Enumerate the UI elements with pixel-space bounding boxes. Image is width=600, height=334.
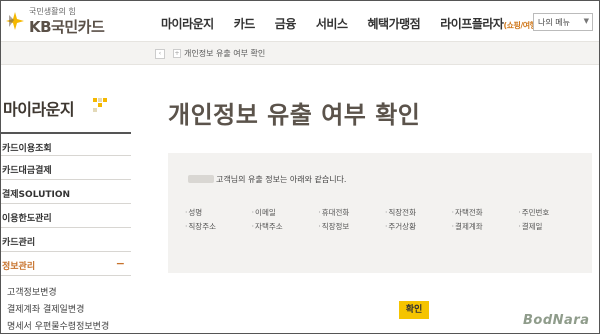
chevron-down-icon: ▼ [583,17,589,25]
sidebar-item-info-management[interactable]: 정보관리 − [1,252,131,276]
nav-item-life-plaza[interactable]: 라이프플라자(쇼핑/여행) [440,15,540,32]
sidebar-item-info-management-label: 정보관리 [2,262,36,272]
leaked-field: 직장주소 [185,221,252,232]
leaked-field: 자택주소 [252,221,319,232]
sidebar-menu: 카드이용조회 카드대금결제 결제SOLUTION 이용한도관리 카드관리 정보관… [1,132,131,333]
leaked-field: 주민번호 [518,207,585,218]
sidebar-item-payment-solution[interactable]: 결제SOLUTION [1,180,131,204]
prev-arrow-icon[interactable]: ‹ [155,49,165,59]
leaked-field: 이메일 [252,207,319,218]
leaked-field: 성명 [185,207,252,218]
leaked-field: 결제일 [518,221,585,232]
page: 국민생활의 힘 KB국민카드 마이라운지 카드 금융 서비스 혜택가맹점 라이프… [0,0,600,334]
leak-message: 고객님의 유출 정보는 아래와 같습니다. [188,174,346,185]
my-menu-label: 나의 메뉴 [538,18,570,27]
nav-item-card[interactable]: 카드 [234,15,256,32]
kb-logo[interactable]: 국민생활의 힘 KB국민카드 [5,5,115,37]
watermark: BodNara [523,313,590,328]
leaked-field: 직장정보 [318,221,385,232]
masked-customer-name [188,175,214,183]
leaked-field: 주거상황 [385,221,452,232]
sidebar-subitem-customer-info[interactable]: 고객정보변경 [1,282,131,299]
nav-item-finance[interactable]: 금융 [275,15,297,32]
global-nav: 마이라운지 카드 금융 서비스 혜택가맹점 라이프플라자(쇼핑/여행) [161,15,560,32]
nav-item-service[interactable]: 서비스 [316,15,348,32]
leaked-fields-list: 성명 이메일 휴대전화 직장전화 자택전화 주민번호 직장주소 자택주소 직장정… [185,207,585,232]
sidebar-subitem-payment-account[interactable]: 결제계좌 결제일변경 [1,299,131,316]
leaked-field: 직장전화 [385,207,452,218]
leaked-field: 휴대전화 [318,207,385,218]
nav-item-benefit-merchant[interactable]: 혜택가맹점 [368,15,421,32]
sidebar-title-mark-icon [93,98,107,112]
breadcrumb: ‹ + 개인정보 유출 여부 확인 [1,41,599,65]
nav-item-my-lounge[interactable]: 마이라운지 [161,15,214,32]
sidebar-subitem-statement-info[interactable]: 명세서 우편물수령정보변경 [1,316,131,333]
confirm-button[interactable]: 확인 [399,301,429,319]
sidebar-item-card-management[interactable]: 카드관리 [1,228,131,252]
page-title: 개인정보 유출 여부 확인 [168,101,421,129]
leak-info-box: 고객님의 유출 정보는 아래와 같습니다. 성명 이메일 휴대전화 직장전화 자… [168,153,592,273]
header: 국민생활의 힘 KB국민카드 마이라운지 카드 금융 서비스 혜택가맹점 라이프… [1,1,599,41]
sidebar-item-limit-management[interactable]: 이용한도관리 [1,204,131,228]
kb-star-icon [6,12,24,30]
sidebar-item-card-payment[interactable]: 카드대금결제 [1,156,131,180]
leak-message-text: 고객님의 유출 정보는 아래와 같습니다. [216,175,347,184]
sidebar-title: 마이라운지 [3,100,75,119]
logo-name: KB국민카드 [29,18,105,36]
sidebar-item-card-usage[interactable]: 카드이용조회 [1,132,131,156]
nav-item-life-plaza-label: 라이프플라자 [440,17,504,31]
home-icon[interactable]: + [173,49,181,58]
collapse-minus-icon[interactable]: − [116,257,125,270]
my-menu-select[interactable]: 나의 메뉴 ▼ [533,13,593,31]
breadcrumb-current: 개인정보 유출 여부 확인 [184,49,266,58]
leaked-field: 자택전화 [452,207,519,218]
leaked-field: 결제계좌 [452,221,519,232]
